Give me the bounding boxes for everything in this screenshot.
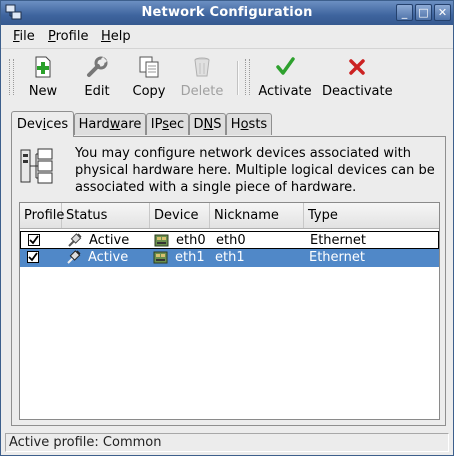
nickname-text: eth0 xyxy=(216,233,246,248)
tab-hardware-prefix: Hard xyxy=(78,117,110,132)
profile-checkbox[interactable] xyxy=(27,251,39,263)
status-text: Active xyxy=(88,250,129,265)
device-text: eth1 xyxy=(175,250,205,265)
type-text: Ethernet xyxy=(309,250,365,265)
minimize-button[interactable]: _ xyxy=(396,4,413,21)
tab-hosts-mnemonic: o xyxy=(240,117,249,132)
checkmark-icon xyxy=(28,252,38,262)
toolbar-grip-2[interactable] xyxy=(245,59,250,95)
delete-label: Delete xyxy=(180,84,224,99)
toolbar: New Edit Copy Delete Activate Deactivate xyxy=(1,49,453,105)
activate-label: Activate xyxy=(258,84,312,99)
tab-ipsec-mnemonic: s xyxy=(162,117,170,132)
tab-dns-mnemonic: N xyxy=(203,117,214,132)
column-header-status[interactable]: Status xyxy=(62,203,150,228)
status-bar: Active profile: Common xyxy=(5,433,449,452)
menu-help-mnemonic: H xyxy=(101,29,111,44)
tab-devices-prefix: Dev xyxy=(16,117,43,132)
devices-tab-panel: You may configure network devices associ… xyxy=(11,136,446,426)
checkmark-icon xyxy=(29,235,39,245)
activate-button[interactable]: Activate xyxy=(257,55,313,99)
profile-checkbox[interactable] xyxy=(28,234,40,246)
tab-dns-prefix: D xyxy=(193,117,204,132)
wrench-icon xyxy=(87,56,108,77)
copy-label: Copy xyxy=(132,84,166,99)
trash-icon xyxy=(194,57,210,77)
copy-button[interactable]: Copy xyxy=(131,55,167,99)
menu-file[interactable]: File xyxy=(13,29,35,44)
plug-icon xyxy=(68,233,82,247)
menu-file-suffix: ile xyxy=(19,29,35,44)
network-devices-icon xyxy=(20,148,53,184)
new-document-icon xyxy=(35,56,51,78)
maximize-button[interactable]: □ xyxy=(415,4,432,21)
title-bar[interactable]: Network Configuration _ □ ✕ xyxy=(1,1,453,25)
column-header-profile[interactable]: Profile xyxy=(20,203,64,228)
menu-profile-mnemonic: P xyxy=(48,29,56,44)
tab-ipsec-prefix: IP xyxy=(150,117,163,132)
menu-profile-suffix: rofile xyxy=(55,29,89,44)
tab-devices-suffix: ces xyxy=(46,117,69,132)
new-label: New xyxy=(28,84,58,99)
tab-hardware-mnemonic: w xyxy=(109,117,121,132)
plug-icon xyxy=(67,250,81,264)
device-text: eth0 xyxy=(176,233,206,248)
table-row[interactable]: Active eth0 eth0 Ethernet xyxy=(20,231,439,249)
table-row[interactable]: Active eth1 eth1 Ethernet xyxy=(20,249,439,267)
toolbar-grip[interactable] xyxy=(9,59,14,95)
tab-devices[interactable]: Devices xyxy=(11,111,74,137)
menu-help[interactable]: Help xyxy=(101,29,131,44)
devices-table[interactable]: Profile Status Device Nickname Type Acti… xyxy=(19,202,440,420)
deactivate-label: Deactivate xyxy=(322,84,393,99)
tab-ipsec[interactable]: IPsec xyxy=(146,113,189,135)
new-button[interactable]: New xyxy=(26,55,60,99)
nickname-text: eth1 xyxy=(215,250,245,265)
x-mark-icon xyxy=(349,59,365,75)
network-card-icon xyxy=(154,234,169,247)
close-button[interactable]: ✕ xyxy=(434,4,451,21)
status-text: Active xyxy=(89,233,130,248)
copy-icon xyxy=(139,56,159,78)
type-text: Ethernet xyxy=(310,233,366,248)
column-header-type[interactable]: Type xyxy=(304,203,439,228)
tab-ipsec-suffix: ec xyxy=(169,117,185,132)
toolbar-separator xyxy=(237,61,239,95)
deactivate-button[interactable]: Deactivate xyxy=(322,55,393,99)
menu-bar: File Profile Help xyxy=(1,26,453,49)
edit-button[interactable]: Edit xyxy=(81,55,113,99)
tab-hosts-suffix: sts xyxy=(248,117,268,132)
devices-description: You may configure network devices associ… xyxy=(75,146,435,195)
tab-hardware[interactable]: Hardware xyxy=(74,113,146,135)
tab-hardware-suffix: are xyxy=(120,117,142,132)
menu-help-suffix: elp xyxy=(110,29,131,44)
network-card-icon xyxy=(153,251,168,264)
network-configuration-window: Network Configuration _ □ ✕ File Profile… xyxy=(0,0,454,456)
edit-label: Edit xyxy=(84,84,110,99)
column-header-nickname[interactable]: Nickname xyxy=(210,203,304,228)
tab-hosts-prefix: H xyxy=(230,117,241,132)
tab-dns-suffix: S xyxy=(213,117,222,132)
delete-button[interactable]: Delete xyxy=(180,55,224,99)
checkmark-icon xyxy=(276,57,295,75)
tab-dns[interactable]: DNS xyxy=(189,113,226,135)
table-header: Profile Status Device Nickname Type xyxy=(20,203,439,229)
menu-profile[interactable]: Profile xyxy=(48,29,88,44)
window-title: Network Configuration xyxy=(141,5,313,20)
column-header-device[interactable]: Device xyxy=(150,203,210,228)
tab-hosts[interactable]: Hosts xyxy=(226,113,272,135)
